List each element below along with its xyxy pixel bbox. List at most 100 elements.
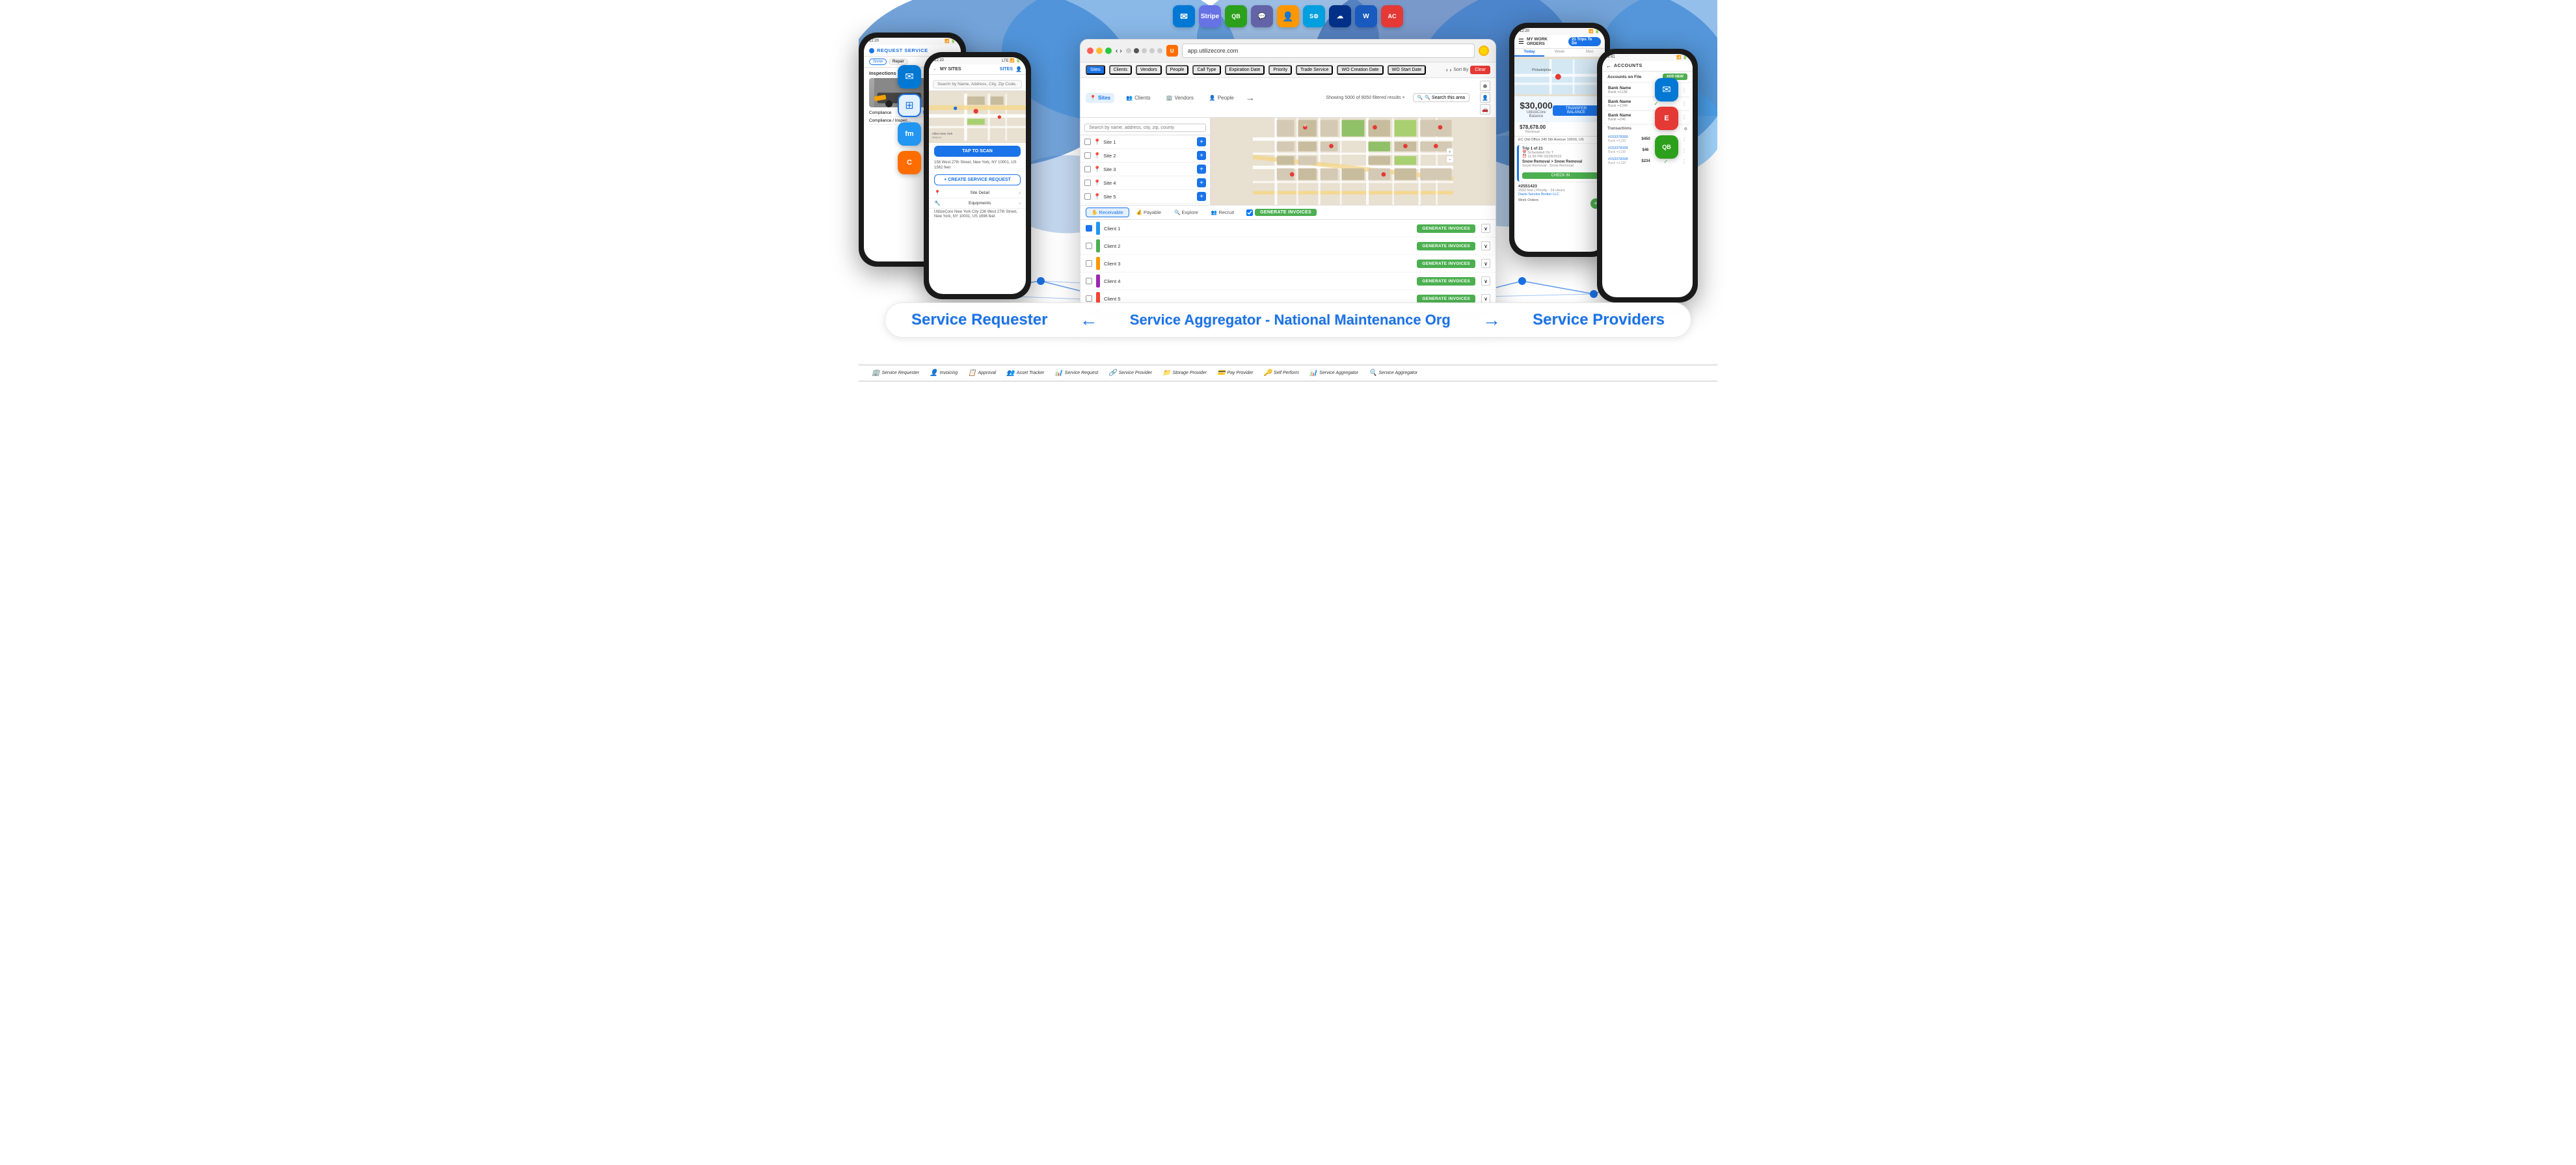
client-5-checkbox[interactable] (1086, 295, 1092, 302)
search-area-btn[interactable]: 🔍 🔍 Search this area (1413, 93, 1469, 102)
frame-side-icon[interactable]: ⊞ (898, 94, 921, 117)
client-2-checkbox[interactable] (1086, 243, 1092, 249)
tab-vendors[interactable]: 🏢 Vendors (1162, 93, 1198, 103)
corrigo-side-icon[interactable]: C (898, 151, 921, 174)
page-dot-3[interactable] (1142, 48, 1147, 53)
site-5-checkbox[interactable] (1084, 193, 1091, 200)
tab-recruit[interactable]: 👥 Recruit (1205, 208, 1240, 217)
site-3-checkbox[interactable] (1084, 166, 1091, 172)
servicetitan-icon[interactable]: S⚙ (1303, 5, 1325, 27)
next-filter-btn[interactable]: › (1450, 67, 1452, 73)
equipments-row[interactable]: 🔧 Equipments › (929, 198, 1026, 209)
quickbooks-icon[interactable]: QB (1225, 5, 1247, 27)
outlook-side-icon[interactable]: ✉ (898, 65, 921, 88)
tab-arrow[interactable]: → (1246, 92, 1255, 103)
bank-menu-3[interactable]: ⋮ (1682, 114, 1687, 120)
qb-right-side-icon[interactable]: QB (1655, 135, 1678, 159)
outlook-icon[interactable]: ✉ (1173, 5, 1195, 27)
generate-invoice-btn-3[interactable]: GENERATE INVOICES (1417, 260, 1475, 268)
filter-sites[interactable]: Sites (1086, 65, 1105, 75)
trans-menu-3[interactable]: ⋮ (1682, 159, 1687, 165)
elementor-side-icon[interactable]: E (1655, 107, 1678, 130)
tab-people[interactable]: 👤 People (1205, 93, 1238, 103)
map-layer-btn[interactable]: ⊕ (1480, 81, 1490, 91)
site-5-btn[interactable]: + (1197, 192, 1206, 201)
filter-vendors[interactable]: Vendors (1136, 65, 1162, 75)
filter-expdate[interactable]: Expiration Date (1225, 65, 1265, 75)
site-4-checkbox[interactable] (1084, 180, 1091, 186)
address-bar[interactable]: app.utilizecore.com (1182, 44, 1475, 58)
snow-filter[interactable]: Snow (869, 59, 887, 65)
client-1-checkbox[interactable] (1086, 225, 1092, 232)
generate-invoice-btn-2[interactable]: GENERATE INVOICES (1417, 242, 1475, 250)
site-2-checkbox[interactable] (1084, 152, 1091, 159)
bank-menu-1[interactable]: ⋮ (1682, 87, 1687, 93)
minimize-dot[interactable] (1096, 47, 1103, 54)
page-dot-5[interactable] (1157, 48, 1162, 53)
expand-btn-1[interactable]: ∨ (1481, 224, 1490, 233)
filter-priority[interactable]: Priority (1268, 65, 1292, 75)
filter-clients[interactable]: Clients (1109, 65, 1132, 75)
expand-btn-2[interactable]: ∨ (1481, 241, 1490, 250)
site-detail-row[interactable]: 📍 Site Detail › (929, 188, 1026, 198)
tab-week[interactable]: Week (1544, 49, 1574, 57)
filter-wo-creation[interactable]: WO Creation Date (1337, 65, 1383, 75)
site-item-1[interactable]: 📍 Site 1 + (1080, 135, 1210, 149)
stripe-icon[interactable]: Stripe (1199, 5, 1221, 27)
tab-explore[interactable]: 🔍 Explore (1168, 208, 1204, 217)
sites-search-input[interactable] (933, 80, 1022, 88)
teams-icon[interactable]: 💬 (1251, 5, 1273, 27)
site-1-checkbox[interactable] (1084, 139, 1091, 145)
word-icon[interactable]: W (1355, 5, 1377, 27)
client-4-checkbox[interactable] (1086, 278, 1092, 284)
expand-btn-4[interactable]: ∨ (1481, 276, 1490, 286)
site-item-3[interactable]: 📍 Site 3 + (1080, 163, 1210, 176)
transfer-balance-btn[interactable]: TRANSFER BALANCE (1553, 105, 1600, 116)
site-4-btn[interactable]: + (1197, 178, 1206, 187)
close-dot[interactable] (1087, 47, 1093, 54)
user-icon[interactable]: 👤 (1277, 5, 1299, 27)
tap-to-scan-button[interactable]: TAP TO SCAN (934, 146, 1021, 157)
expand-btn-5[interactable]: ∨ (1481, 294, 1490, 303)
filter-people[interactable]: People (1166, 65, 1189, 75)
page-dot-1[interactable] (1126, 48, 1131, 53)
filter-trade[interactable]: Trade Service (1296, 65, 1333, 75)
back-arrow[interactable]: ← (1606, 63, 1611, 69)
client-3-checkbox[interactable] (1086, 260, 1092, 267)
clear-btn[interactable]: Clear (1470, 66, 1490, 74)
page-dot-4[interactable] (1149, 48, 1155, 53)
bank-menu-2[interactable]: ⋮ (1682, 101, 1687, 107)
page-dot-2[interactable] (1134, 48, 1139, 53)
tab-sites[interactable]: 📍 Sites (1086, 93, 1114, 103)
generate-invoice-btn-4[interactable]: GENERATE INVOICES (1417, 277, 1475, 286)
fmpilot-side-icon[interactable]: fm (898, 122, 921, 146)
acumatica-icon[interactable]: AC (1381, 5, 1403, 27)
check-in-button[interactable]: CHECK IN (1522, 172, 1599, 179)
back-btn[interactable]: ‹ (1116, 47, 1118, 55)
outlook-right-side-icon[interactable]: ✉ (1655, 78, 1678, 101)
generate-invoice-btn-5[interactable]: GENERATE INVOICES (1417, 295, 1475, 303)
forward-btn[interactable]: › (1120, 47, 1121, 55)
map-zoom-btn[interactable]: 👤 (1480, 92, 1490, 103)
prev-btn[interactable]: ‹ (1446, 67, 1448, 73)
sidebar-search-input[interactable] (1084, 124, 1206, 132)
site-1-btn[interactable]: + (1197, 137, 1206, 146)
site-2-btn[interactable]: + (1197, 151, 1206, 160)
tab-clients[interactable]: 👥 Clients (1122, 93, 1154, 103)
tab-payable[interactable]: 💰 Payable (1131, 208, 1168, 217)
filter-wo-start[interactable]: WO Start Date (1388, 65, 1427, 75)
filter-calltype[interactable]: Call Type (1192, 65, 1220, 75)
site-item-5[interactable]: 📍 Site 5 + (1080, 190, 1210, 204)
site-item-2[interactable]: 📍 Site 2 + (1080, 149, 1210, 163)
generate-all-button[interactable]: GENERATE INVOICES (1255, 209, 1317, 216)
site-item-4[interactable]: 📍 Site 4 + (1080, 176, 1210, 190)
maximize-dot[interactable] (1105, 47, 1112, 54)
site-3-btn[interactable]: + (1197, 165, 1206, 174)
expand-btn-3[interactable]: ∨ (1481, 259, 1490, 268)
map-view[interactable]: + − (1211, 118, 1496, 205)
select-all-checkbox[interactable] (1246, 209, 1253, 216)
trans-menu-2[interactable]: ⋮ (1682, 148, 1687, 154)
tab-receivable[interactable]: ✋ Receivable (1086, 208, 1129, 217)
tab-today[interactable]: Today (1514, 49, 1544, 57)
create-service-request-button[interactable]: + CREATE SERVICE REQUEST (934, 174, 1021, 185)
